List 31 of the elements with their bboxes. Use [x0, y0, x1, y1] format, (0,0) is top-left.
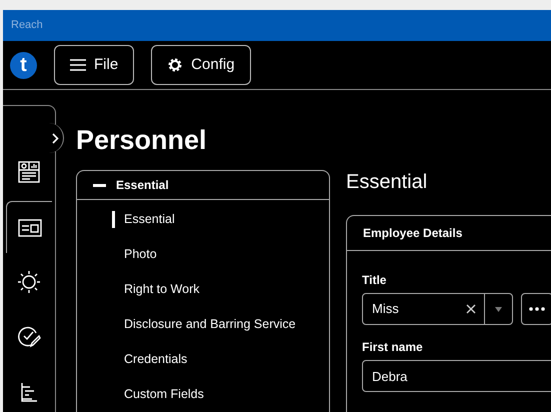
nav-button[interactable]	[6, 201, 52, 253]
chevron-right-icon	[52, 132, 59, 144]
window-title: Reach	[11, 18, 43, 34]
more-button[interactable]	[521, 293, 551, 325]
more-icon	[529, 307, 545, 311]
field-label: Title	[362, 272, 388, 289]
tree-item[interactable]: Custom Fields	[124, 385, 204, 404]
card-title: Employee Details	[363, 225, 462, 242]
title-combo-box[interactable]: Miss	[362, 293, 513, 325]
tree-item[interactable]: Photo	[124, 245, 157, 264]
tree-item[interactable]: Essential	[124, 210, 175, 229]
sun-icon	[17, 270, 41, 294]
tree-item[interactable]: Disclosure and Barring Service	[124, 315, 296, 334]
page-title: Personnel	[76, 124, 208, 157]
field-label: First name	[362, 339, 424, 356]
section-heading: Essential	[346, 170, 428, 195]
dashboard-icon	[18, 161, 40, 183]
clear-icon[interactable]	[466, 304, 476, 314]
id-card-icon	[18, 218, 42, 236]
toolbar-button[interactable]: Config	[151, 45, 251, 85]
chart-icon	[20, 382, 38, 402]
app-logo: t	[10, 52, 37, 78]
text-field[interactable]: Debra	[362, 360, 551, 392]
tree-item[interactable]: Right to Work	[124, 280, 200, 299]
toolbar-button[interactable]: File	[54, 45, 134, 85]
settings-icon	[167, 57, 184, 73]
expand-toggle[interactable]	[48, 123, 64, 153]
check-pen-icon	[17, 325, 41, 349]
menu-icon	[70, 59, 86, 71]
tree-group-header[interactable]: Essential	[77, 171, 329, 200]
tree-item[interactable]: Credentials	[124, 350, 188, 369]
